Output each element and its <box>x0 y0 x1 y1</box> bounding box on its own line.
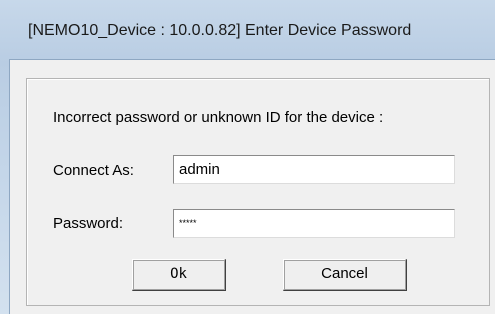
password-dialog-window: [NEMO10_Device : 10.0.0.82] Enter Device… <box>0 0 495 314</box>
connect-as-label: Connect As: <box>53 162 134 179</box>
dialog-client-area: Incorrect password or unknown ID for the… <box>9 59 495 314</box>
ok-button[interactable]: Ok <box>132 259 226 291</box>
title-bar[interactable]: [NEMO10_Device : 10.0.0.82] Enter Device… <box>0 0 495 60</box>
password-input[interactable] <box>173 209 455 238</box>
cancel-button[interactable]: Cancel <box>283 259 407 291</box>
window-title: [NEMO10_Device : 10.0.0.82] Enter Device… <box>28 22 412 39</box>
error-message: Incorrect password or unknown ID for the… <box>53 109 384 126</box>
credentials-group: Incorrect password or unknown ID for the… <box>26 78 490 306</box>
password-label: Password: <box>53 215 124 232</box>
connect-as-input[interactable] <box>173 155 455 184</box>
